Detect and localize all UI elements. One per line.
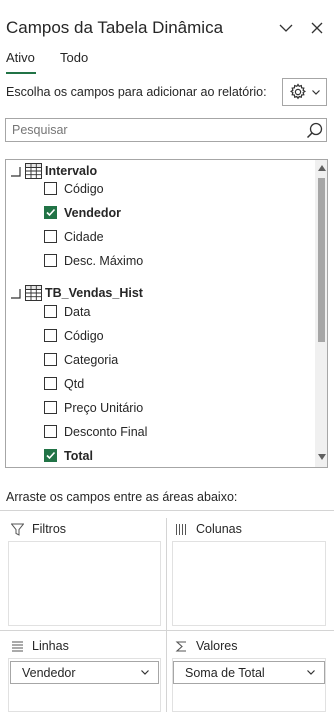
tab-todo[interactable]: Todo [60, 50, 88, 65]
field-list: Intervalo Código Vendedor Cidade Desc. M… [5, 159, 328, 468]
drag-instructions-text: Arraste os campos entre as áreas abaixo: [6, 490, 238, 504]
field-checkbox[interactable] [44, 377, 57, 390]
list-item[interactable]: Código [6, 324, 311, 348]
close-pane-button[interactable] [306, 17, 328, 39]
field-checkbox[interactable] [44, 329, 57, 342]
table-group-label: Intervalo [45, 164, 98, 178]
field-checkbox[interactable] [44, 254, 57, 267]
collapse-icon[interactable] [10, 288, 21, 299]
chevron-down-icon [312, 89, 320, 95]
list-item[interactable]: Total [6, 444, 311, 467]
list-item[interactable]: Categoria [6, 348, 311, 372]
field-label: Código [64, 329, 104, 343]
list-item[interactable]: Desconto Final [6, 420, 311, 444]
search-input[interactable] [6, 119, 296, 141]
tools-settings-button[interactable] [282, 78, 327, 106]
gear-icon [290, 83, 306, 100]
chevron-down-icon[interactable] [307, 670, 315, 675]
field-label: Data [64, 305, 91, 319]
tab-strip: Ativo Todo [0, 48, 334, 76]
field-label: Cidade [64, 230, 104, 244]
list-item[interactable]: Data [6, 300, 311, 324]
columns-icon [176, 524, 186, 535]
area-label: Filtros [32, 522, 67, 536]
scrollbar-thumb[interactable] [318, 178, 325, 342]
active-tab-indicator [6, 72, 36, 74]
areas-mid-divider [0, 630, 334, 631]
areas-divider [0, 510, 334, 511]
pivot-field-list-pane: Campos da Tabela Dinâmica Ativo Todo Esc… [0, 0, 334, 712]
pane-title: Campos da Tabela Dinâmica [6, 18, 224, 37]
search-box [5, 118, 327, 142]
scroll-down-arrow-icon[interactable] [318, 454, 326, 460]
field-label: Qtd [64, 377, 85, 391]
chevron-down-icon [279, 24, 293, 32]
values-field-pill[interactable]: Soma de Total [173, 661, 325, 684]
field-label: Preço Unitário [64, 401, 144, 415]
field-checkbox[interactable] [44, 425, 57, 438]
table-group-label: TB_Vendas_Hist [45, 286, 143, 300]
list-item[interactable]: Cidade [6, 225, 311, 249]
field-label: Código [64, 182, 104, 196]
field-list-scrollbar[interactable] [315, 160, 327, 467]
checkmark-icon [46, 451, 56, 460]
collapse-icon[interactable] [10, 166, 21, 177]
field-label: Desconto Final [64, 425, 148, 439]
filters-drop-zone[interactable] [8, 541, 161, 626]
list-item[interactable]: Preço Unitário [6, 396, 311, 420]
field-checkbox[interactable] [44, 353, 57, 366]
rows-icon [12, 641, 23, 652]
values-drop-zone[interactable]: Soma de Total [172, 658, 326, 712]
field-checkbox[interactable] [44, 401, 57, 414]
field-checkbox[interactable] [44, 230, 57, 243]
chevron-down-icon[interactable] [141, 670, 149, 675]
field-checkbox[interactable] [44, 449, 57, 462]
search-icon[interactable] [305, 121, 324, 140]
field-label: Total [64, 449, 93, 463]
field-label: Categoria [64, 353, 119, 367]
sigma-icon [175, 641, 186, 652]
list-item[interactable]: Código [6, 177, 311, 201]
list-item[interactable]: Desc. Máximo [6, 249, 311, 273]
rows-field-pill[interactable]: Vendedor [10, 661, 159, 684]
filter-icon [11, 523, 24, 536]
area-header-valores: Valores [172, 636, 326, 658]
areas-vertical-divider [166, 518, 167, 712]
field-checkbox[interactable] [44, 305, 57, 318]
field-label: Desc. Máximo [64, 254, 144, 268]
area-header-filtros: Filtros [8, 519, 162, 541]
field-checkbox[interactable] [44, 206, 57, 219]
columns-drop-zone[interactable] [172, 541, 326, 626]
pane-header: Campos da Tabela Dinâmica [0, 0, 334, 48]
area-label: Colunas [196, 522, 242, 536]
pill-label: Vendedor [22, 666, 76, 680]
rows-drop-zone[interactable]: Vendedor [8, 658, 161, 712]
pill-label: Soma de Total [185, 666, 265, 680]
scroll-up-arrow-icon[interactable] [318, 165, 326, 171]
area-header-linhas: Linhas [8, 636, 162, 658]
area-label: Valores [196, 639, 238, 653]
area-header-colunas: Colunas [172, 519, 326, 541]
tab-ativo[interactable]: Ativo [6, 50, 35, 65]
area-label: Linhas [32, 639, 69, 653]
list-item[interactable]: Vendedor [6, 201, 311, 225]
table-icon [25, 285, 42, 301]
instructions-text: Escolha os campos para adicionar ao rela… [6, 85, 267, 99]
field-checkbox[interactable] [44, 182, 57, 195]
field-label: Vendedor [64, 206, 121, 220]
list-item[interactable]: Qtd [6, 372, 311, 396]
close-icon [311, 22, 323, 34]
checkmark-icon [46, 208, 56, 217]
pane-options-button[interactable] [275, 17, 297, 39]
